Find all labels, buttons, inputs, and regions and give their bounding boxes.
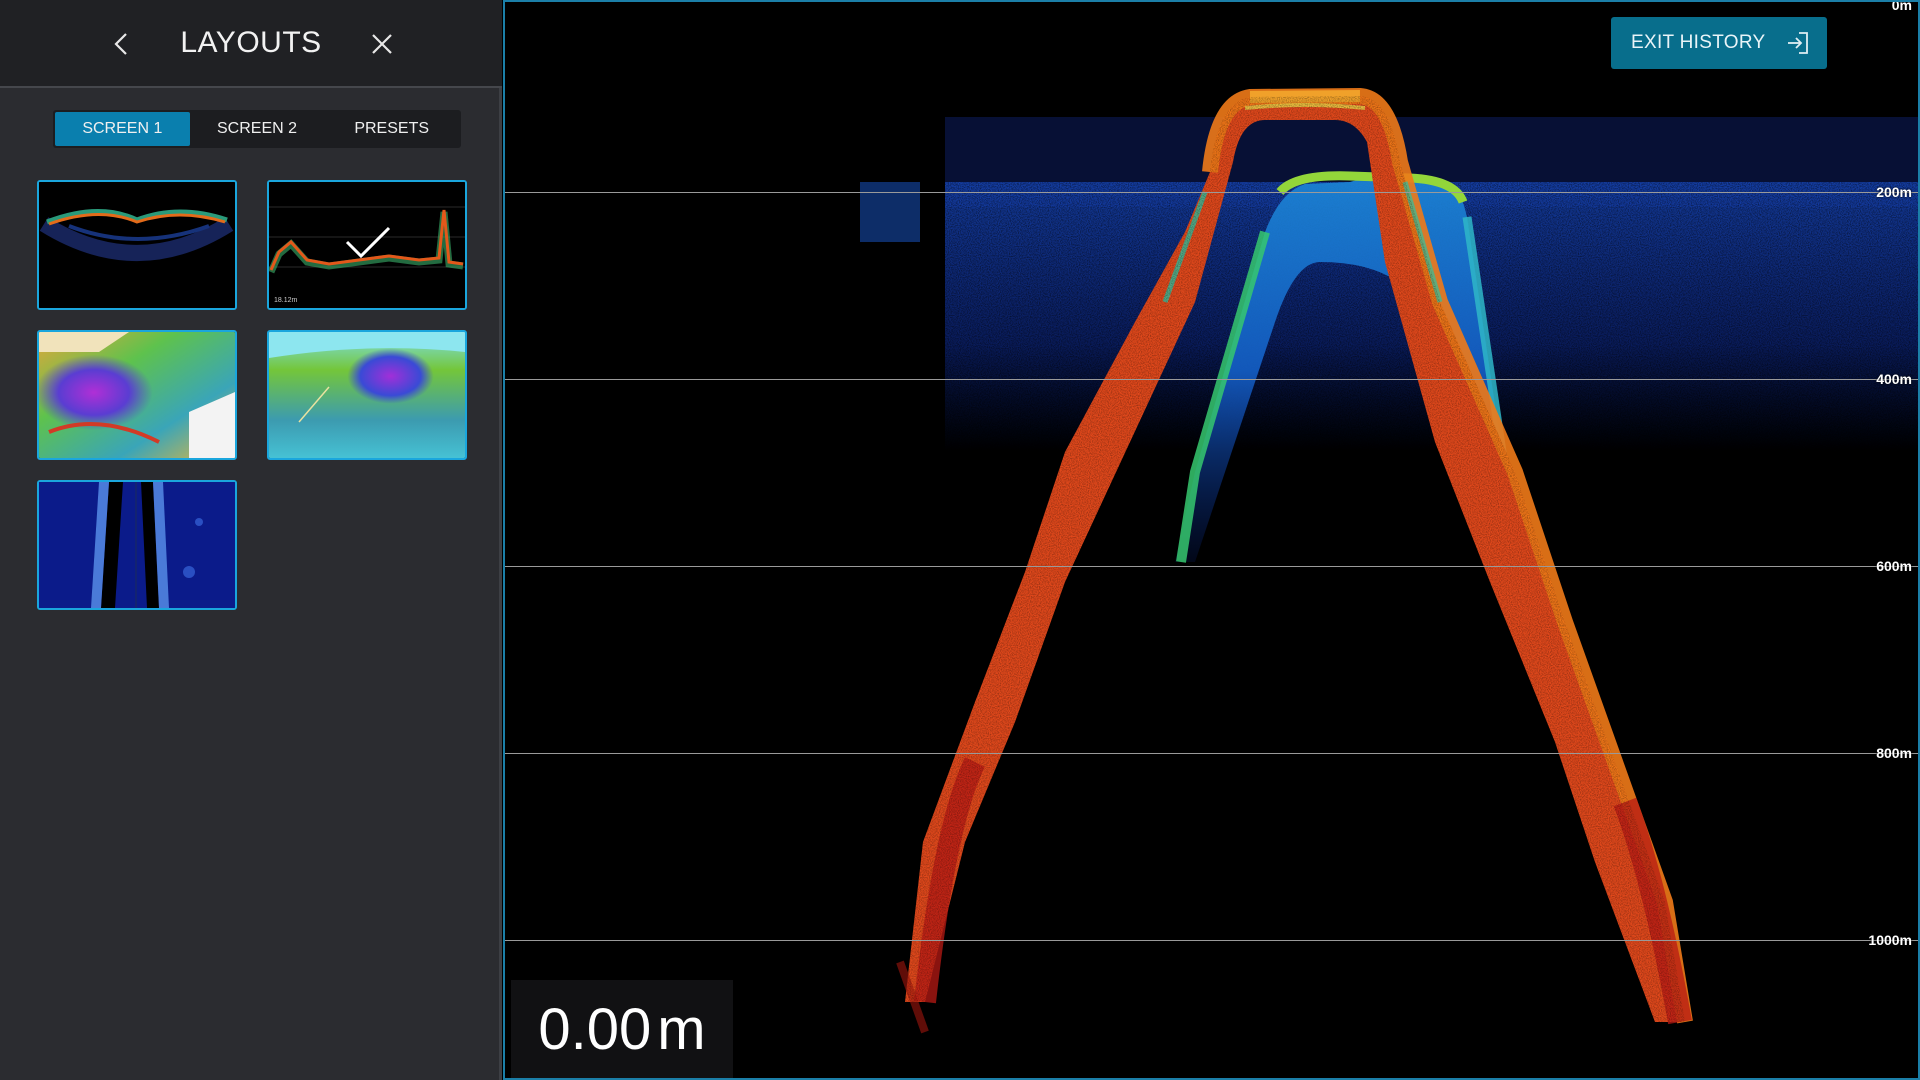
layout-thumb-bathymetry-3d[interactable] — [267, 330, 467, 460]
echogram-preview: 18.12m — [269, 182, 465, 308]
depth-gridline — [505, 192, 1918, 193]
tab-presets[interactable]: PRESETS — [324, 112, 459, 146]
depth-gridline — [505, 379, 1918, 380]
exit-history-label: EXIT HISTORY — [1631, 32, 1766, 53]
depth-label-0: 0m — [1891, 0, 1912, 13]
echogram-view[interactable]: 0m 200m 400m 600m 800m 1000m EXIT HISTOR… — [503, 0, 1920, 1080]
panel-title: LAYOUTS — [180, 26, 322, 59]
panel-header: LAYOUTS — [0, 0, 502, 88]
layout-thumb-echogram[interactable]: 18.12m — [267, 180, 467, 310]
depth-label-600: 600m — [1876, 558, 1912, 574]
bathymetry-3d-preview — [269, 332, 465, 458]
sidescan-preview — [39, 482, 235, 608]
echogram-image — [860, 87, 1918, 1034]
tab-screen-2[interactable]: SCREEN 2 — [190, 112, 325, 146]
close-button[interactable] — [362, 24, 402, 64]
depth-readout-unit: m — [657, 996, 706, 1062]
layout-thumb-sonar-arc[interactable] — [37, 180, 237, 310]
depth-readout-value: 0.00 — [538, 996, 652, 1062]
depth-label-800: 800m — [1876, 745, 1912, 761]
depth-label-1000: 1000m — [1868, 932, 1912, 948]
layouts-panel: LAYOUTS SCREEN 1 SCREEN 2 PRESETS 18.12m — [0, 0, 502, 1080]
layout-thumb-bathymetry-2d[interactable] — [37, 330, 237, 460]
layout-thumb-sidescan[interactable] — [37, 480, 237, 610]
exit-history-button[interactable]: EXIT HISTORY — [1611, 17, 1827, 69]
depth-label-200: 200m — [1876, 184, 1912, 200]
chevron-left-icon — [114, 33, 127, 55]
close-icon — [372, 34, 392, 54]
thumb-depth-caption: 18.12m — [274, 297, 298, 304]
depth-label-400: 400m — [1876, 371, 1912, 387]
sonar-arc-preview — [39, 182, 235, 308]
depth-gridline — [505, 566, 1918, 567]
depth-readout: 0.00 m — [511, 980, 733, 1078]
bathymetry-2d-preview — [39, 332, 235, 458]
back-button[interactable] — [102, 24, 142, 64]
depth-gridline — [505, 940, 1918, 941]
screen-tabs: SCREEN 1 SCREEN 2 PRESETS — [53, 110, 461, 148]
exit-arrow-icon — [1788, 32, 1808, 54]
depth-gridline — [505, 753, 1918, 754]
tab-screen-1[interactable]: SCREEN 1 — [55, 112, 190, 146]
